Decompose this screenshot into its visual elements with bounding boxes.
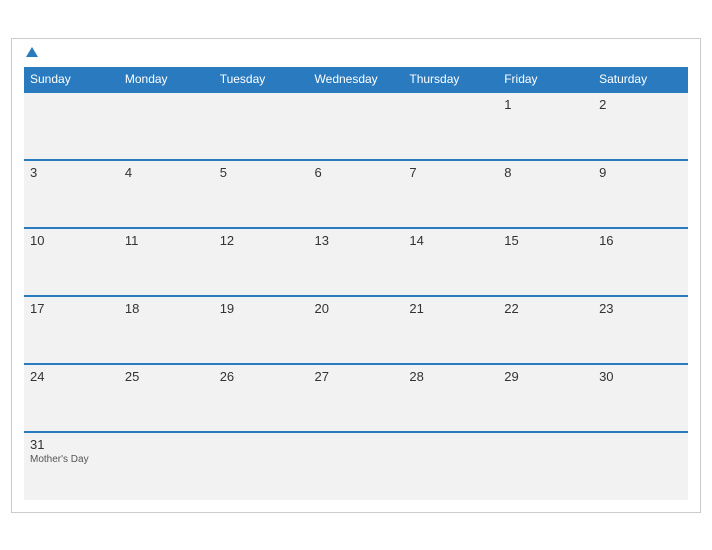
day-number: 9 bbox=[599, 165, 682, 180]
day-number: 14 bbox=[409, 233, 492, 248]
calendar-cell bbox=[119, 92, 214, 160]
calendar-cell: 19 bbox=[214, 296, 309, 364]
day-number: 19 bbox=[220, 301, 303, 316]
week-row-4: 17 18 19 20 21 22 23 bbox=[24, 296, 688, 364]
day-number: 2 bbox=[599, 97, 682, 112]
day-number: 31 bbox=[30, 437, 113, 452]
calendar-cell: 27 bbox=[309, 364, 404, 432]
day-number: 10 bbox=[30, 233, 113, 248]
calendar-cell bbox=[309, 432, 404, 500]
calendar-cell: 23 bbox=[593, 296, 688, 364]
calendar-cell: 10 bbox=[24, 228, 119, 296]
calendar-cell bbox=[309, 92, 404, 160]
logo bbox=[24, 49, 38, 59]
day-number: 24 bbox=[30, 369, 113, 384]
calendar-table: SundayMondayTuesdayWednesdayThursdayFrid… bbox=[24, 67, 688, 500]
calendar-cell: 31 Mother's Day bbox=[24, 432, 119, 500]
calendar-cell: 2 bbox=[593, 92, 688, 160]
day-number: 6 bbox=[315, 165, 398, 180]
day-number: 15 bbox=[504, 233, 587, 248]
calendar-cell: 6 bbox=[309, 160, 404, 228]
calendar-cell bbox=[593, 432, 688, 500]
day-number: 27 bbox=[315, 369, 398, 384]
calendar-cell: 20 bbox=[309, 296, 404, 364]
day-number: 23 bbox=[599, 301, 682, 316]
calendar-cell: 12 bbox=[214, 228, 309, 296]
calendar-cell: 28 bbox=[403, 364, 498, 432]
day-header-monday: Monday bbox=[119, 67, 214, 92]
day-header-friday: Friday bbox=[498, 67, 593, 92]
day-number: 8 bbox=[504, 165, 587, 180]
calendar-cell: 4 bbox=[119, 160, 214, 228]
calendar-cell: 3 bbox=[24, 160, 119, 228]
day-number: 1 bbox=[504, 97, 587, 112]
calendar-cell bbox=[214, 432, 309, 500]
day-number: 20 bbox=[315, 301, 398, 316]
day-number: 28 bbox=[409, 369, 492, 384]
day-number: 13 bbox=[315, 233, 398, 248]
day-header-sunday: Sunday bbox=[24, 67, 119, 92]
day-header-wednesday: Wednesday bbox=[309, 67, 404, 92]
calendar-cell: 15 bbox=[498, 228, 593, 296]
day-number: 4 bbox=[125, 165, 208, 180]
logo-triangle-icon bbox=[26, 47, 38, 57]
day-number: 26 bbox=[220, 369, 303, 384]
week-row-3: 10 11 12 13 14 15 16 bbox=[24, 228, 688, 296]
calendar-cell bbox=[498, 432, 593, 500]
week-row-6: 31 Mother's Day bbox=[24, 432, 688, 500]
calendar-cell bbox=[119, 432, 214, 500]
calendar-cell bbox=[214, 92, 309, 160]
calendar-cell: 25 bbox=[119, 364, 214, 432]
day-header-thursday: Thursday bbox=[403, 67, 498, 92]
calendar-cell: 11 bbox=[119, 228, 214, 296]
day-number: 21 bbox=[409, 301, 492, 316]
week-row-5: 24 25 26 27 28 29 30 bbox=[24, 364, 688, 432]
day-number: 3 bbox=[30, 165, 113, 180]
day-number: 22 bbox=[504, 301, 587, 316]
week-row-2: 3456789 bbox=[24, 160, 688, 228]
day-number: 17 bbox=[30, 301, 113, 316]
day-number: 12 bbox=[220, 233, 303, 248]
day-number: 5 bbox=[220, 165, 303, 180]
calendar-cell: 21 bbox=[403, 296, 498, 364]
day-header-saturday: Saturday bbox=[593, 67, 688, 92]
day-number: 7 bbox=[409, 165, 492, 180]
day-number: 30 bbox=[599, 369, 682, 384]
calendar-cell: 22 bbox=[498, 296, 593, 364]
day-number: 29 bbox=[504, 369, 587, 384]
week-row-1: 12 bbox=[24, 92, 688, 160]
calendar-cell: 30 bbox=[593, 364, 688, 432]
calendar-cell: 7 bbox=[403, 160, 498, 228]
calendar-cell: 1 bbox=[498, 92, 593, 160]
calendar-cell bbox=[24, 92, 119, 160]
days-header-row: SundayMondayTuesdayWednesdayThursdayFrid… bbox=[24, 67, 688, 92]
calendar-header bbox=[24, 49, 688, 59]
calendar-cell bbox=[403, 92, 498, 160]
event-label: Mother's Day bbox=[30, 454, 113, 465]
calendar-cell: 13 bbox=[309, 228, 404, 296]
calendar-cell: 5 bbox=[214, 160, 309, 228]
day-number: 18 bbox=[125, 301, 208, 316]
calendar-cell: 14 bbox=[403, 228, 498, 296]
day-number: 25 bbox=[125, 369, 208, 384]
calendar-cell: 17 bbox=[24, 296, 119, 364]
day-number: 16 bbox=[599, 233, 682, 248]
calendar-cell: 26 bbox=[214, 364, 309, 432]
calendar-cell: 8 bbox=[498, 160, 593, 228]
calendar-cell: 16 bbox=[593, 228, 688, 296]
calendar-cell: 24 bbox=[24, 364, 119, 432]
calendar-cell: 29 bbox=[498, 364, 593, 432]
calendar-cell: 9 bbox=[593, 160, 688, 228]
day-header-tuesday: Tuesday bbox=[214, 67, 309, 92]
calendar: SundayMondayTuesdayWednesdayThursdayFrid… bbox=[11, 38, 701, 513]
calendar-cell bbox=[403, 432, 498, 500]
day-number: 11 bbox=[125, 233, 208, 248]
calendar-cell: 18 bbox=[119, 296, 214, 364]
